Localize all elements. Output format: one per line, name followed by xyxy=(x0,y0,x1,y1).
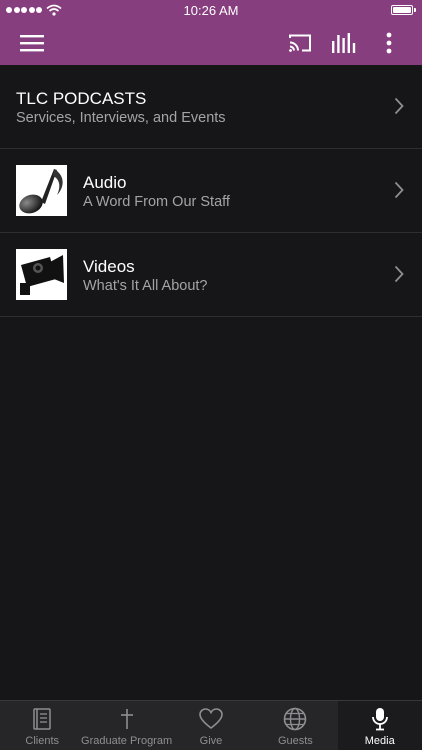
list-item-tlc-podcasts[interactable]: TLC PODCASTS Services, Interviews, and E… xyxy=(0,65,422,149)
list-item-subtitle: A Word From Our Staff xyxy=(83,194,230,210)
music-note-icon xyxy=(16,165,67,216)
battery-icon xyxy=(391,5,416,15)
heart-icon xyxy=(199,708,223,730)
tab-label: Media xyxy=(364,735,395,747)
tab-guests[interactable]: Guests xyxy=(253,701,337,750)
menu-icon xyxy=(20,35,44,52)
equalizer-button[interactable] xyxy=(326,27,362,59)
tab-label: Guests xyxy=(277,735,313,747)
list-item-title: TLC PODCASTS xyxy=(16,89,147,108)
list-item-subtitle: Services, Interviews, and Events xyxy=(16,110,226,126)
tab-clients[interactable]: Clients xyxy=(0,701,84,750)
more-options-button[interactable] xyxy=(374,27,404,59)
tab-give[interactable]: Give xyxy=(169,701,253,750)
tab-media[interactable]: Media xyxy=(337,701,422,750)
list-item-subtitle: What's It All About? xyxy=(83,278,208,294)
tab-label: Graduate Program xyxy=(81,735,173,747)
tab-graduate-program[interactable]: Graduate Program xyxy=(81,701,172,750)
more-vertical-icon xyxy=(386,32,392,54)
tab-label: Clients xyxy=(25,735,59,747)
tab-label: Give xyxy=(199,735,223,747)
media-list: TLC PODCASTS Services, Interviews, and E… xyxy=(0,65,422,317)
equalizer-icon xyxy=(332,33,356,53)
list-item-audio[interactable]: Audio A Word From Our Staff xyxy=(0,149,422,233)
globe-icon xyxy=(284,707,307,731)
status-bar: 10:26 AM xyxy=(0,0,422,22)
list-item-title: Audio xyxy=(83,173,127,192)
microphone-icon xyxy=(371,708,388,731)
list-item-videos[interactable]: Videos What's It All About? xyxy=(0,233,422,317)
chevron-right-icon xyxy=(394,181,404,199)
tab-bar: Clients Graduate Program Give Guests Med… xyxy=(0,700,422,750)
list-item-title: Videos xyxy=(83,257,135,276)
status-time: 10:26 AM xyxy=(183,3,239,18)
cross-icon xyxy=(120,709,133,729)
cast-icon xyxy=(289,34,311,52)
app-header: 10:26 AM xyxy=(0,0,422,65)
chevron-right-icon xyxy=(394,265,404,283)
cast-button[interactable] xyxy=(282,27,318,59)
toolbar xyxy=(0,22,422,65)
video-camera-icon xyxy=(16,249,67,300)
menu-button[interactable] xyxy=(12,27,52,59)
chevron-right-icon xyxy=(394,97,404,115)
book-icon xyxy=(33,708,51,730)
